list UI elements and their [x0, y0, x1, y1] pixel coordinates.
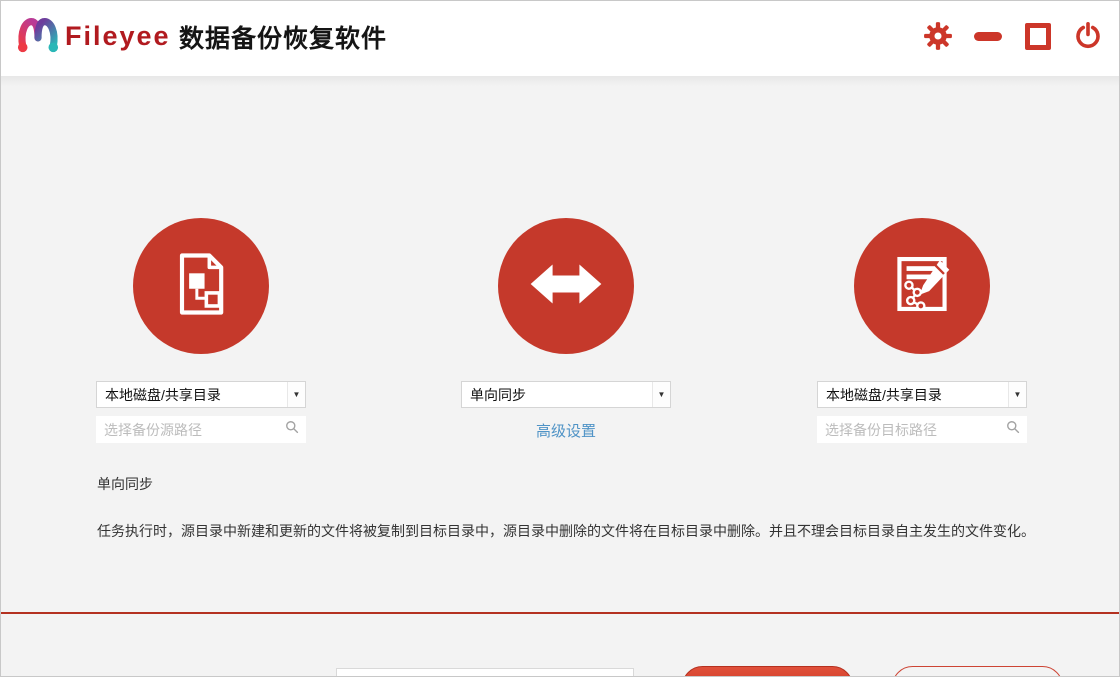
mode-description-title: 单向同步 [97, 476, 153, 492]
app-title: 数据备份恢复软件 [179, 25, 388, 53]
maximize-icon[interactable] [1023, 21, 1053, 51]
settings-gear-icon[interactable] [923, 21, 953, 51]
target-path-input[interactable] [817, 421, 1006, 438]
chevron-down-icon[interactable]: ▼ [652, 382, 670, 407]
window-controls [923, 19, 1103, 53]
target-type-value: 本地磁盘/共享目录 [826, 386, 942, 403]
backup-source-circle [133, 218, 269, 354]
advanced-settings-link[interactable]: 高级设置 [461, 420, 671, 441]
target-type-dropdown[interactable]: 本地磁盘/共享目录 ▼ [817, 381, 1027, 408]
sync-mode-dropdown[interactable]: 单向同步 ▼ [461, 381, 671, 408]
target-path-box [817, 416, 1027, 443]
magnifier-icon[interactable] [1006, 420, 1020, 439]
sync-mode-circle [498, 218, 634, 354]
brand-wordmark: Fileyee [65, 21, 171, 51]
chevron-down-icon[interactable]: ▼ [287, 382, 305, 407]
fileyee-m-logo-icon [15, 14, 61, 61]
app-window: Fileyee 数据备份恢复软件 本地磁盘/共享目录 ▼ 选择备份源路径 单向同… [0, 0, 1120, 677]
mode-description-text: 任务执行时，源目录中新建和更新的文件将被复制到目标目录中，源目录中删除的文件将在… [97, 523, 1035, 539]
title-bar: Fileyee 数据备份恢复软件 [1, 1, 1119, 76]
main-area: 本地磁盘/共享目录 ▼ 单向同步 ▼ 高级设置 本地磁盘/共享目录 ▼ [1, 76, 1119, 676]
manage-tasks-button[interactable]: 任务管理 [892, 666, 1063, 676]
close-power-icon[interactable] [1073, 21, 1103, 51]
source-type-dropdown[interactable]: 本地磁盘/共享目录 ▼ [96, 381, 306, 408]
source-type-value: 本地磁盘/共享目录 [105, 386, 221, 403]
task-name-input[interactable] [336, 668, 634, 676]
source-path-box [96, 416, 306, 443]
create-task-button[interactable]: 创建任务 [682, 666, 853, 676]
backup-target-circle [854, 218, 990, 354]
chevron-down-icon[interactable]: ▼ [1008, 382, 1026, 407]
red-separator [1, 612, 1119, 614]
backup-source-document-icon [163, 246, 239, 327]
double-arrow-icon [527, 245, 605, 328]
magnifier-icon[interactable] [285, 420, 299, 439]
backup-target-edit-icon [884, 246, 960, 327]
sync-mode-value: 单向同步 [470, 386, 526, 403]
minimize-icon[interactable] [973, 21, 1003, 51]
source-path-input[interactable] [96, 421, 285, 438]
